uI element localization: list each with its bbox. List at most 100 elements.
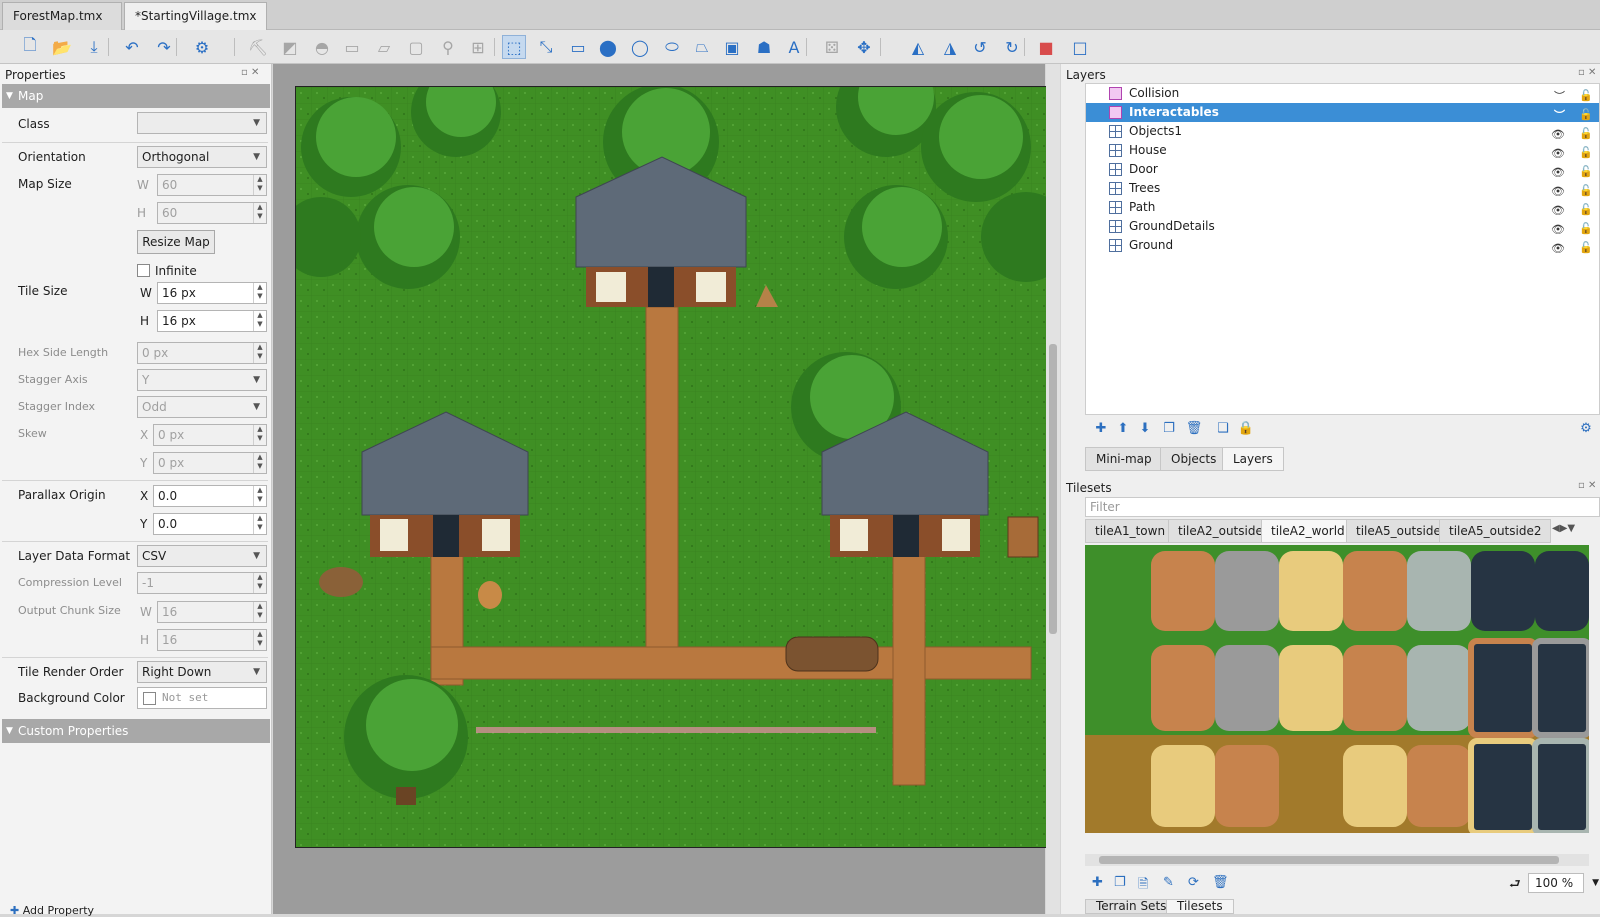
spinner-icon[interactable]: ▲ ▼ xyxy=(253,283,266,303)
tab-tilesets[interactable]: Tilesets xyxy=(1166,899,1234,914)
tab-terrain-sets[interactable]: Terrain Sets xyxy=(1085,899,1178,914)
select-objects-icon[interactable]: ⬚ xyxy=(502,35,526,59)
tab-layers[interactable]: Layers xyxy=(1222,447,1284,471)
spinner-icon[interactable]: ▲ ▼ xyxy=(253,453,266,473)
bucket-fill-icon[interactable]: ◓ xyxy=(310,35,334,59)
layer-row-ground[interactable]: Ground 👁 🔓 xyxy=(1086,236,1599,255)
resize-map-button[interactable]: Resize Map xyxy=(137,230,215,254)
zoom-combo[interactable]: 100 % ▼ xyxy=(1528,873,1599,893)
tab-forestmap[interactable]: ForestMap.tmx✕ xyxy=(2,2,122,51)
insert-text-icon[interactable]: A xyxy=(782,35,806,59)
unlock-icon[interactable]: 🔓 xyxy=(1579,238,1593,257)
insert-rectangle-icon[interactable]: ▭ xyxy=(566,35,590,59)
new-tileset-icon[interactable]: ✚ xyxy=(1092,875,1103,890)
edit-tileset-icon[interactable]: ✎ xyxy=(1163,875,1174,890)
insert-point-icon[interactable]: ⬤ xyxy=(596,35,620,59)
new-map-icon[interactable]: 🗋 xyxy=(18,35,42,59)
village-map[interactable] xyxy=(296,87,1057,848)
lock-layer-icon[interactable]: 🔒 xyxy=(1237,420,1255,438)
class-combo[interactable]: ▼ xyxy=(137,112,267,134)
insert-polygon-icon[interactable]: ⬭ xyxy=(660,35,684,59)
spinner-icon[interactable]: ▲ ▼ xyxy=(253,573,266,593)
embed-tileset-icon[interactable]: ❐ xyxy=(1114,875,1126,890)
spinner-icon[interactable]: ▲ ▼ xyxy=(253,486,266,506)
infinite-checkbox[interactable] xyxy=(137,264,150,277)
magic-wand-icon[interactable]: ⚲ xyxy=(436,35,460,59)
tileset-tab[interactable]: tileA2_outside xyxy=(1168,519,1273,543)
chunk-width-field[interactable]: 16 ▲ ▼ xyxy=(157,601,267,623)
skew-x-field[interactable]: 0 px ▲ ▼ xyxy=(153,424,267,446)
tileset-tab[interactable]: tileA1_town xyxy=(1085,519,1176,543)
lower-layer-icon[interactable]: ⬇ xyxy=(1136,420,1154,438)
rotate-right-icon[interactable]: ↻ xyxy=(1000,35,1024,59)
map-view[interactable] xyxy=(295,86,1057,848)
tab-startingvillage[interactable]: *StartingVillage.tmx✕ xyxy=(124,2,267,51)
tile-width-field[interactable]: 16 px ▲ ▼ xyxy=(157,282,267,304)
wang-fill-icon[interactable]: ✥ xyxy=(852,35,876,59)
redo-icon[interactable]: ↷ xyxy=(152,35,176,59)
shape-fill-icon[interactable]: ▭ xyxy=(340,35,364,59)
undo-icon[interactable]: ↶ xyxy=(120,35,144,59)
layer-row-path[interactable]: Path 👁 🔓 xyxy=(1086,198,1599,217)
stagger-axis-combo[interactable]: Y ▼ xyxy=(137,369,267,391)
compression-field[interactable]: -1 ▲ ▼ xyxy=(137,572,267,594)
layer-list[interactable]: Collision ︶ 🔓 Interactables ︶ 🔓 Objects1 👁 🔓 Hous… xyxy=(1085,83,1600,415)
layer-row-interactables[interactable]: Interactables ︶ 🔓 xyxy=(1086,103,1599,122)
map-height-field[interactable]: 60 ▲ ▼ xyxy=(157,202,267,224)
spinner-icon[interactable]: ▲ ▼ xyxy=(253,343,266,363)
section-map[interactable]: ▼ Map xyxy=(2,84,270,108)
orientation-combo[interactable]: Orthogonal ▼ xyxy=(137,146,267,168)
random-mode-icon[interactable]: ⚄ xyxy=(820,35,844,59)
spinner-icon[interactable]: ▲ ▼ xyxy=(253,602,266,622)
scrollbar-thumb[interactable] xyxy=(1049,344,1057,634)
raise-layer-icon[interactable]: ⬆ xyxy=(1114,420,1132,438)
canvas-vertical-scrollbar[interactable] xyxy=(1046,64,1060,914)
map-width-field[interactable]: 60 ▲ ▼ xyxy=(157,174,267,196)
tileset-filter-input[interactable]: Filter xyxy=(1085,497,1600,517)
panel-float-close-icons[interactable]: ▫ ✕ xyxy=(1578,480,1596,491)
spinner-icon[interactable]: ▲ ▼ xyxy=(253,514,266,534)
stagger-index-combo[interactable]: Odd ▼ xyxy=(137,396,267,418)
flip-vertical-icon[interactable]: ◮ xyxy=(938,35,962,59)
new-layer-icon[interactable]: ✚ xyxy=(1092,420,1110,438)
commands-icon[interactable]: ⚙ xyxy=(190,35,214,59)
duplicate-layer-icon[interactable]: ❐ xyxy=(1160,420,1178,438)
export-tileset-icon[interactable]: 🗎 xyxy=(1138,875,1148,897)
dynamic-wrap-icon[interactable]: ⮐ xyxy=(1509,875,1521,897)
panel-float-close-icons[interactable]: ▫ ✕ xyxy=(1578,67,1596,78)
show-other-layers-icon[interactable]: ❑ xyxy=(1214,420,1232,438)
tab-objects[interactable]: Objects xyxy=(1160,447,1228,471)
hex-side-field[interactable]: 0 px ▲ ▼ xyxy=(137,342,267,364)
tileset-image[interactable] xyxy=(1085,545,1589,833)
parallax-y-field[interactable]: 0.0 ▲ ▼ xyxy=(153,513,267,535)
layer-row-house[interactable]: House 👁 🔓 xyxy=(1086,141,1599,160)
tileset-preview[interactable] xyxy=(1085,545,1589,833)
save-icon[interactable]: ⤓ xyxy=(82,35,106,59)
insert-polyline-icon[interactable]: ⏢ xyxy=(690,35,714,59)
rotate-left-icon[interactable]: ↺ xyxy=(968,35,992,59)
layer-row-trees[interactable]: Trees 👁 🔓 xyxy=(1086,179,1599,198)
layer-row-door[interactable]: Door 👁 🔓 xyxy=(1086,160,1599,179)
tileset-tab[interactable]: tileA2_world xyxy=(1261,519,1355,543)
tab-mini-map[interactable]: Mini-map xyxy=(1085,447,1163,471)
layer-row-objects1[interactable]: Objects1 👁 🔓 xyxy=(1086,122,1599,141)
settings-icon[interactable]: ⚙ xyxy=(1577,420,1595,438)
spinner-icon[interactable]: ▲ ▼ xyxy=(253,203,266,223)
dynamic-wrap-icon[interactable]: ⟳ xyxy=(1188,875,1199,890)
rect-select-icon[interactable]: ▢ xyxy=(404,35,428,59)
panel-float-close-icons[interactable]: ▫ ✕ xyxy=(241,67,259,78)
layer-row-grounddetails[interactable]: GroundDetails 👁 🔓 xyxy=(1086,217,1599,236)
select-same-tile-icon[interactable]: ⊞ xyxy=(466,35,490,59)
remove-tileset-icon[interactable]: 🗑 xyxy=(1212,875,1229,890)
bg-color-picker[interactable]: Not set xyxy=(137,687,267,709)
scrollbar-thumb[interactable] xyxy=(1099,856,1559,864)
open-icon[interactable]: 📂 xyxy=(50,35,74,59)
tileset-tab[interactable]: tileA5_outside xyxy=(1346,519,1451,543)
section-custom-properties[interactable]: ▼ Custom Properties xyxy=(2,719,270,743)
spinner-icon[interactable]: ▲ ▼ xyxy=(253,630,266,650)
spinner-icon[interactable]: ▲ ▼ xyxy=(253,175,266,195)
tileset-horizontal-scrollbar[interactable] xyxy=(1085,854,1589,866)
spinner-icon[interactable]: ▲ ▼ xyxy=(253,311,266,331)
tile-height-field[interactable]: 16 px ▲ ▼ xyxy=(157,310,267,332)
add-property-button[interactable]: ✚ Add Property xyxy=(10,904,94,917)
